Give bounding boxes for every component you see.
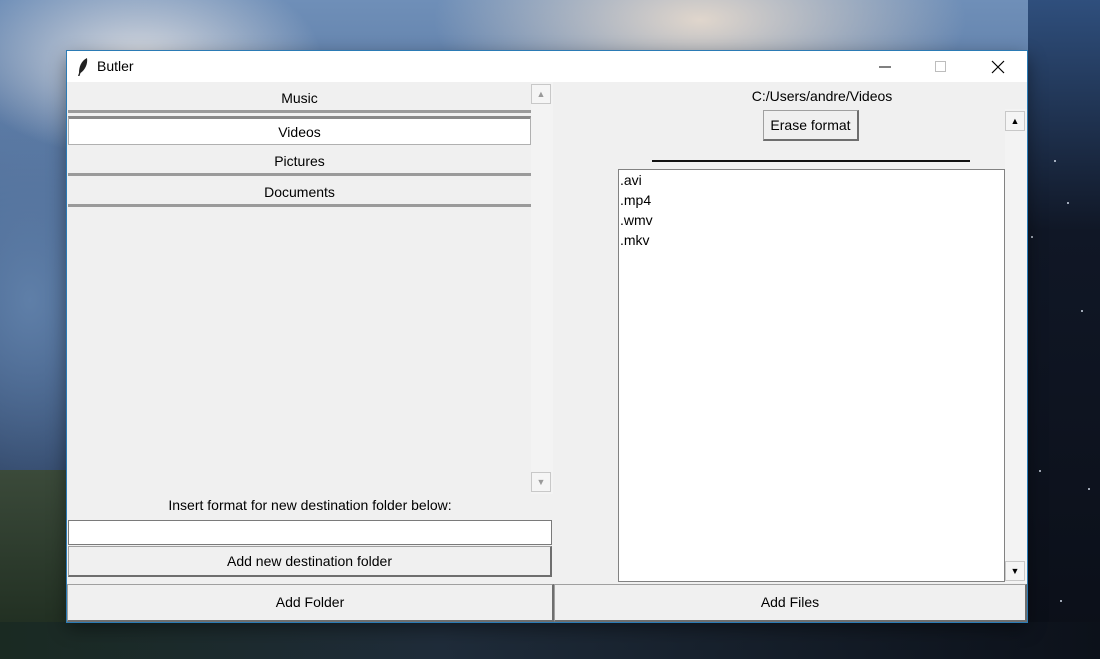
list-item[interactable]: .mp4 xyxy=(619,190,1004,210)
add-files-button[interactable]: Add Files xyxy=(554,584,1027,622)
destination-folder-list: Music Videos Pictures Documents xyxy=(68,84,531,495)
butler-window: Butler Music Videos Pictures Documents ▲… xyxy=(67,51,1027,622)
close-button[interactable] xyxy=(975,51,1021,82)
star xyxy=(1081,310,1083,312)
maximize-button[interactable] xyxy=(918,51,964,82)
selected-folder-path: C:/Users/andre/Videos xyxy=(751,88,893,104)
new-format-input[interactable] xyxy=(68,520,552,545)
folder-list-scrollbar[interactable]: ▲ ▼ xyxy=(531,82,553,494)
wallpaper-ground xyxy=(0,622,1100,659)
star xyxy=(1088,488,1090,490)
add-folder-button[interactable]: Add Folder xyxy=(67,584,554,622)
erase-format-button[interactable]: Erase format xyxy=(763,110,859,141)
feather-icon xyxy=(78,58,88,76)
add-destination-folder-button[interactable]: Add new destination folder xyxy=(68,546,552,577)
format-list[interactable]: .avi .mp4 .wmv .mkv xyxy=(618,169,1005,582)
new-format-label: Insert format for new destination folder… xyxy=(168,497,452,513)
folder-item-documents[interactable]: Documents xyxy=(68,178,531,207)
separator-line xyxy=(652,160,970,162)
star xyxy=(1060,600,1062,602)
star xyxy=(1054,160,1056,162)
star xyxy=(1039,470,1041,472)
format-list-scrollbar[interactable]: ▲ ▼ xyxy=(1005,109,1027,583)
list-item[interactable]: .mkv xyxy=(619,230,1004,250)
scroll-up-arrow-icon[interactable]: ▲ xyxy=(1005,111,1025,131)
maximize-icon xyxy=(935,60,946,72)
scroll-down-arrow-icon[interactable]: ▼ xyxy=(531,472,551,492)
title-bar[interactable]: Butler xyxy=(67,51,1027,82)
star xyxy=(1031,236,1033,238)
scroll-down-arrow-icon[interactable]: ▼ xyxy=(1005,561,1025,581)
minimize-icon xyxy=(879,66,891,67)
folder-item-music[interactable]: Music xyxy=(68,84,531,113)
folder-item-videos[interactable]: Videos xyxy=(68,116,531,145)
list-item[interactable]: .avi xyxy=(619,170,1004,190)
folder-item-pictures[interactable]: Pictures xyxy=(68,147,531,176)
minimize-button[interactable] xyxy=(862,51,908,82)
window-title: Butler xyxy=(97,58,134,74)
scroll-up-arrow-icon[interactable]: ▲ xyxy=(531,84,551,104)
star xyxy=(1067,202,1069,204)
close-icon xyxy=(991,60,1005,73)
list-item[interactable]: .wmv xyxy=(619,210,1004,230)
